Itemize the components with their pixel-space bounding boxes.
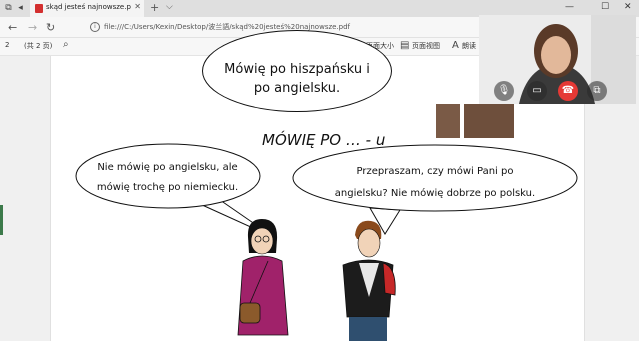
read-aloud-button[interactable]: 朗读 [462, 41, 476, 51]
tab-list-chevron-icon[interactable]: ⌵ [166, 2, 173, 12]
tab-close-button[interactable]: ✕ [134, 2, 141, 11]
speech-bubble-top-text: Mówię po hiszpańsku i po angielsku. [212, 60, 382, 98]
page-view-button[interactable]: 页面视图 [412, 41, 440, 51]
right-bubble-line-1: Przepraszam, czy mówi Pani po [356, 166, 514, 177]
top-bubble-line-2: po angielsku. [253, 81, 341, 96]
tab-pdf[interactable]: skąd jesteś najnowsze.p ✕ [30, 0, 144, 17]
forward-button[interactable]: → [28, 21, 37, 34]
minimize-button[interactable]: — [565, 2, 574, 12]
side-panel-handle[interactable] [0, 205, 3, 235]
right-bubble-line-2: angielsku? Nie mówię dobrze po polsku. [334, 188, 536, 199]
figure-partial [436, 104, 514, 138]
page-number-input[interactable]: 2 [5, 41, 9, 49]
left-bubble-line-1: Nie mówię po angielsku, ale [97, 162, 238, 173]
page-total: (共 2 页) [24, 42, 53, 50]
maximize-button[interactable]: ☐ [601, 2, 609, 12]
close-window-button[interactable]: ✕ [624, 2, 632, 12]
refresh-button[interactable]: ↻ [46, 21, 55, 34]
back-button[interactable]: ← [8, 21, 17, 34]
read-aloud-icon: A [452, 40, 459, 51]
page-view-icon: ▤ [400, 40, 410, 51]
speech-bubble-left-text: Nie mówię po angielsku, ale mówię trochę… [80, 158, 255, 198]
new-tab-button[interactable]: + [150, 1, 159, 14]
end-call-icon[interactable]: ☎ [558, 81, 578, 101]
pdf-icon [35, 4, 43, 13]
left-bubble-line-2: mówię trochę po niemiecku. [96, 182, 239, 193]
camera-off-icon[interactable]: ▭ [527, 81, 547, 101]
man-illustration [342, 220, 396, 341]
tab-title: skąd jesteś najnowsze.p [46, 3, 131, 11]
top-bubble-line-1: Mówię po hiszpańsku i [224, 62, 370, 77]
tab-actions-icon[interactable]: ⧉ [3, 3, 14, 14]
back-tabs-icon[interactable]: ◂ [15, 3, 26, 14]
woman-illustration [237, 219, 289, 336]
search-icon[interactable]: ⌕ [63, 39, 69, 50]
switch-view-icon[interactable]: ⧉ [587, 81, 607, 101]
speech-bubble-right-text: Przepraszam, czy mówi Pani po angielsku?… [310, 161, 560, 205]
info-icon[interactable]: i [90, 22, 100, 32]
